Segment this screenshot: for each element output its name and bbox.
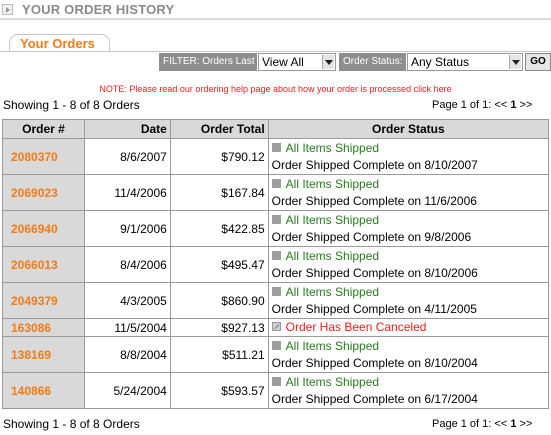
order-number-link[interactable]: 2066940 [11,222,58,236]
order-status-detail: Order Shipped Complete on 8/10/2007 [271,157,478,172]
prev-page-link[interactable]: << [494,418,507,430]
order-status: All Items Shipped [285,284,380,299]
order-status-detail: Order Shipped Complete on 8/10/2006 [271,265,478,280]
chevron-down-icon [509,55,521,69]
orders-table: Order # Date Order Total Order Status 20… [2,119,550,409]
order-status: All Items Shipped [285,248,380,263]
page-title: YOUR ORDER HISTORY [22,2,175,17]
go-button[interactable]: GO [525,53,551,71]
order-total: $927.13 [169,318,269,337]
order-total: $495.47 [169,246,269,283]
orders-last-label: FILTER: Orders Last [159,53,257,71]
order-status: All Items Shipped [285,212,380,227]
order-status: All Items Shipped [285,176,380,191]
status-square-icon [271,250,281,260]
order-date: 4/3/2005 [83,282,171,319]
order-total: $860.90 [169,282,269,319]
pager-prefix: Page 1 of 1: [432,418,492,430]
table-row: 2066940 9/1/2006 $422.85 All Items Shipp… [2,210,550,247]
status-square-icon [271,340,281,350]
page-header: YOUR ORDER HISTORY [0,0,551,20]
order-total: $790.12 [169,138,269,175]
order-total: $511.21 [169,336,269,373]
table-row: 138169 8/8/2004 $511.21 All Items Shippe… [2,336,550,373]
order-number-link[interactable]: 138169 [11,348,51,362]
current-page: 1 [510,418,517,430]
help-note[interactable]: NOTE: Please read our ordering help page… [0,84,551,94]
order-date: 9/1/2006 [83,210,171,247]
table-header-row: Order # Date Order Total Order Status [2,119,550,139]
order-total: $422.85 [169,210,269,247]
table-row: 140866 5/24/2004 $593.57 All Items Shipp… [2,372,550,409]
chevron-down-icon [322,55,334,69]
current-page: 1 [510,99,517,111]
order-status: All Items Shipped [285,374,380,389]
pagination: Page 1 of 1: << 1 >> [432,99,532,111]
next-page-link[interactable]: >> [520,99,533,111]
order-date: 8/6/2007 [83,138,171,175]
table-row: 163086 11/5/2004 $927.13 Order Has Been … [2,318,550,337]
tab-divider [0,51,551,52]
order-number-link[interactable]: 2069023 [11,186,58,200]
status-square-icon [271,178,281,188]
order-status-detail: Order Shipped Complete on 11/6/2006 [271,193,477,208]
order-total: $167.84 [169,174,269,211]
table-row: 2049379 4/3/2005 $860.90 All Items Shipp… [2,282,550,319]
prev-page-link[interactable]: << [494,99,507,111]
order-status-detail: Order Shipped Complete on 9/8/2006 [271,229,472,244]
tab-bar: Your Orders [0,34,551,52]
order-status: All Items Shipped [285,338,380,353]
header-divider [0,18,551,20]
order-status-detail: Order Shipped Complete on 6/17/2004 [271,391,478,406]
orders-last-select[interactable]: View All [258,53,336,71]
order-date: 11/5/2004 [83,318,171,337]
col-order-total: Order Total [169,119,269,139]
order-status: All Items Shipped [285,140,380,155]
col-date: Date [83,119,171,139]
status-square-icon [271,286,281,296]
showing-count-bottom: Showing 1 - 8 of 8 Orders [3,417,140,431]
col-order-status: Order Status [267,119,550,139]
order-number-link[interactable]: 2080370 [11,150,58,164]
pager-prefix: Page 1 of 1: [432,99,492,111]
order-number-link[interactable]: 2049379 [11,294,58,308]
status-square-icon [271,376,281,386]
canceled-icon [271,322,281,331]
order-total: $593.57 [169,372,269,409]
orders-last-value: View All [262,55,304,69]
order-date: 11/4/2006 [83,174,171,211]
order-status-detail: Order Shipped Complete on 4/11/2005 [271,301,477,316]
order-number-link[interactable]: 140866 [11,384,51,398]
order-status-detail: Order Shipped Complete on 8/10/2004 [271,355,478,370]
table-row: 2080370 8/6/2007 $790.12 All Items Shipp… [2,138,550,175]
order-number-link[interactable]: 2066013 [11,258,58,272]
showing-count: Showing 1 - 8 of 8 Orders [3,98,140,112]
table-row: 2066013 8/4/2006 $495.47 All Items Shipp… [2,246,550,283]
table-row: 2069023 11/4/2006 $167.84 All Items Ship… [2,174,550,211]
order-number-link[interactable]: 163086 [11,321,51,335]
collapse-arrow-icon[interactable] [2,4,13,15]
col-order-number: Order # [2,119,85,139]
status-square-icon [271,142,281,152]
order-status-select[interactable]: Any Status [407,53,523,71]
next-page-link[interactable]: >> [520,418,533,430]
order-date: 8/8/2004 [83,336,171,373]
pagination-bottom: Page 1 of 1: << 1 >> [432,418,532,430]
status-square-icon [271,214,281,224]
order-status: Order Has Been Canceled [285,320,427,334]
order-status-value: Any Status [411,55,470,69]
order-date: 5/24/2004 [83,372,171,409]
tab-label: Your Orders [20,36,95,51]
order-status-label: Order Status: [339,53,406,71]
tab-your-orders[interactable]: Your Orders [9,34,110,52]
order-date: 8/4/2006 [83,246,171,283]
